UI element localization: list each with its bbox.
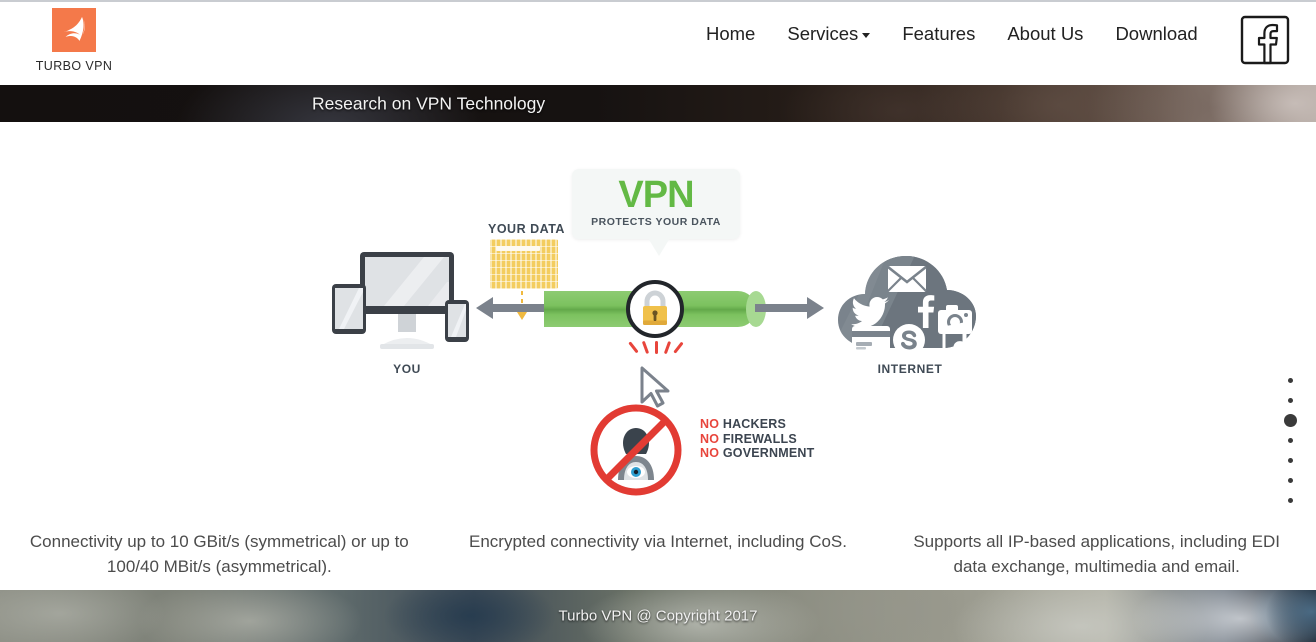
feature-column-3: Supports all IP-based applications, incl… bbox=[913, 532, 1280, 576]
no-hackers-text: NO HACKERS NO FIREWALLS NO GOVERNMENT bbox=[700, 417, 814, 461]
nav-label-about-us: About Us bbox=[1007, 23, 1084, 44]
carousel-dot-4[interactable] bbox=[1287, 438, 1293, 443]
carousel-dot-2[interactable] bbox=[1287, 398, 1293, 403]
page-root: TURBO VPN Home Services Features About U… bbox=[0, 0, 1316, 642]
feature-columns: Connectivity up to 10 GBit/s (symmetrica… bbox=[0, 505, 1316, 590]
your-data-label: YOUR DATA bbox=[488, 222, 565, 236]
no-firewalls-line-2: NO FIREWALLS bbox=[700, 432, 814, 447]
carousel-slide: YOU YOUR DATA VPN PROTECTS YOUR DATA NO … bbox=[0, 122, 1316, 505]
banner-title: Research on VPN Technology bbox=[312, 93, 546, 113]
vpn-speech-bubble: VPN PROTECTS YOUR DATA bbox=[572, 169, 740, 256]
no-government-label: GOVERNMENT bbox=[722, 446, 815, 460]
brand-logo-link[interactable]: TURBO VPN bbox=[33, 8, 115, 73]
vpn-bubble-title: VPN bbox=[618, 174, 694, 216]
feature-column-2: Encrypted connectivity via Internet, inc… bbox=[469, 532, 847, 551]
user-devices-icon bbox=[332, 252, 482, 352]
carousel-dot-6[interactable] bbox=[1287, 478, 1293, 483]
nav-item-features[interactable]: Features bbox=[886, 21, 991, 47]
no-hackers-label: HACKERS bbox=[722, 417, 787, 431]
vpn-bubble-subtitle: PROTECTS YOUR DATA bbox=[591, 216, 721, 228]
turbo-bird-logo-icon bbox=[52, 8, 96, 52]
vpn-infographic: YOU YOUR DATA VPN PROTECTS YOUR DATA NO … bbox=[300, 134, 1020, 496]
no-prefix-3: NO bbox=[700, 446, 720, 460]
alert-rays-icon bbox=[626, 338, 684, 364]
nav-item-about-us[interactable]: About Us bbox=[991, 21, 1099, 47]
outbound-arrow-icon bbox=[755, 297, 824, 319]
no-prefix-1: NO bbox=[700, 417, 720, 431]
padlock-icon bbox=[626, 280, 684, 338]
nav-item-home[interactable]: Home bbox=[690, 21, 771, 47]
carousel-dot-1[interactable] bbox=[1287, 378, 1293, 383]
you-label: YOU bbox=[393, 362, 421, 376]
chevron-down-icon bbox=[862, 33, 871, 38]
carousel-dot-5[interactable] bbox=[1287, 458, 1293, 463]
nav-label-home: Home bbox=[706, 23, 756, 44]
nav-label-features: Features bbox=[902, 23, 976, 44]
carousel-dot-7[interactable] bbox=[1287, 498, 1293, 503]
banner-background-image bbox=[0, 85, 1316, 122]
copyright-text: Turbo VPN @ Copyright 2017 bbox=[558, 607, 758, 625]
no-firewalls-label: FIREWALLS bbox=[722, 431, 797, 446]
no-hackers-icon bbox=[588, 402, 684, 503]
facebook-icon[interactable] bbox=[1240, 13, 1290, 67]
carousel-indicators bbox=[1280, 378, 1300, 505]
brand-name: TURBO VPN bbox=[35, 59, 113, 73]
nav-item-download[interactable]: Download bbox=[1099, 21, 1213, 47]
site-footer: Turbo VPN @ Copyright 2017 bbox=[0, 590, 1316, 642]
internet-label: INTERNET bbox=[877, 362, 943, 376]
nav-label-download: Download bbox=[1115, 23, 1198, 44]
hero-banner: Research on VPN Technology bbox=[0, 85, 1316, 122]
feature-column-1: Connectivity up to 10 GBit/s (symmetrica… bbox=[29, 532, 409, 576]
data-packet-icon bbox=[490, 239, 558, 289]
internet-cloud-icon bbox=[830, 242, 990, 365]
main-nav: Home Services Features About Us Download bbox=[690, 21, 1214, 47]
no-government-line-3: NO GOVERNMENT bbox=[700, 446, 814, 461]
inbound-arrow-icon bbox=[476, 297, 550, 319]
no-prefix-2: NO bbox=[700, 431, 720, 446]
site-header: TURBO VPN Home Services Features About U… bbox=[0, 0, 1316, 87]
nav-label-services: Services bbox=[787, 23, 859, 44]
carousel-dot-3-active[interactable] bbox=[1283, 414, 1297, 427]
nav-item-services[interactable]: Services bbox=[771, 21, 886, 47]
no-hackers-line-1: NO HACKERS bbox=[700, 417, 814, 432]
